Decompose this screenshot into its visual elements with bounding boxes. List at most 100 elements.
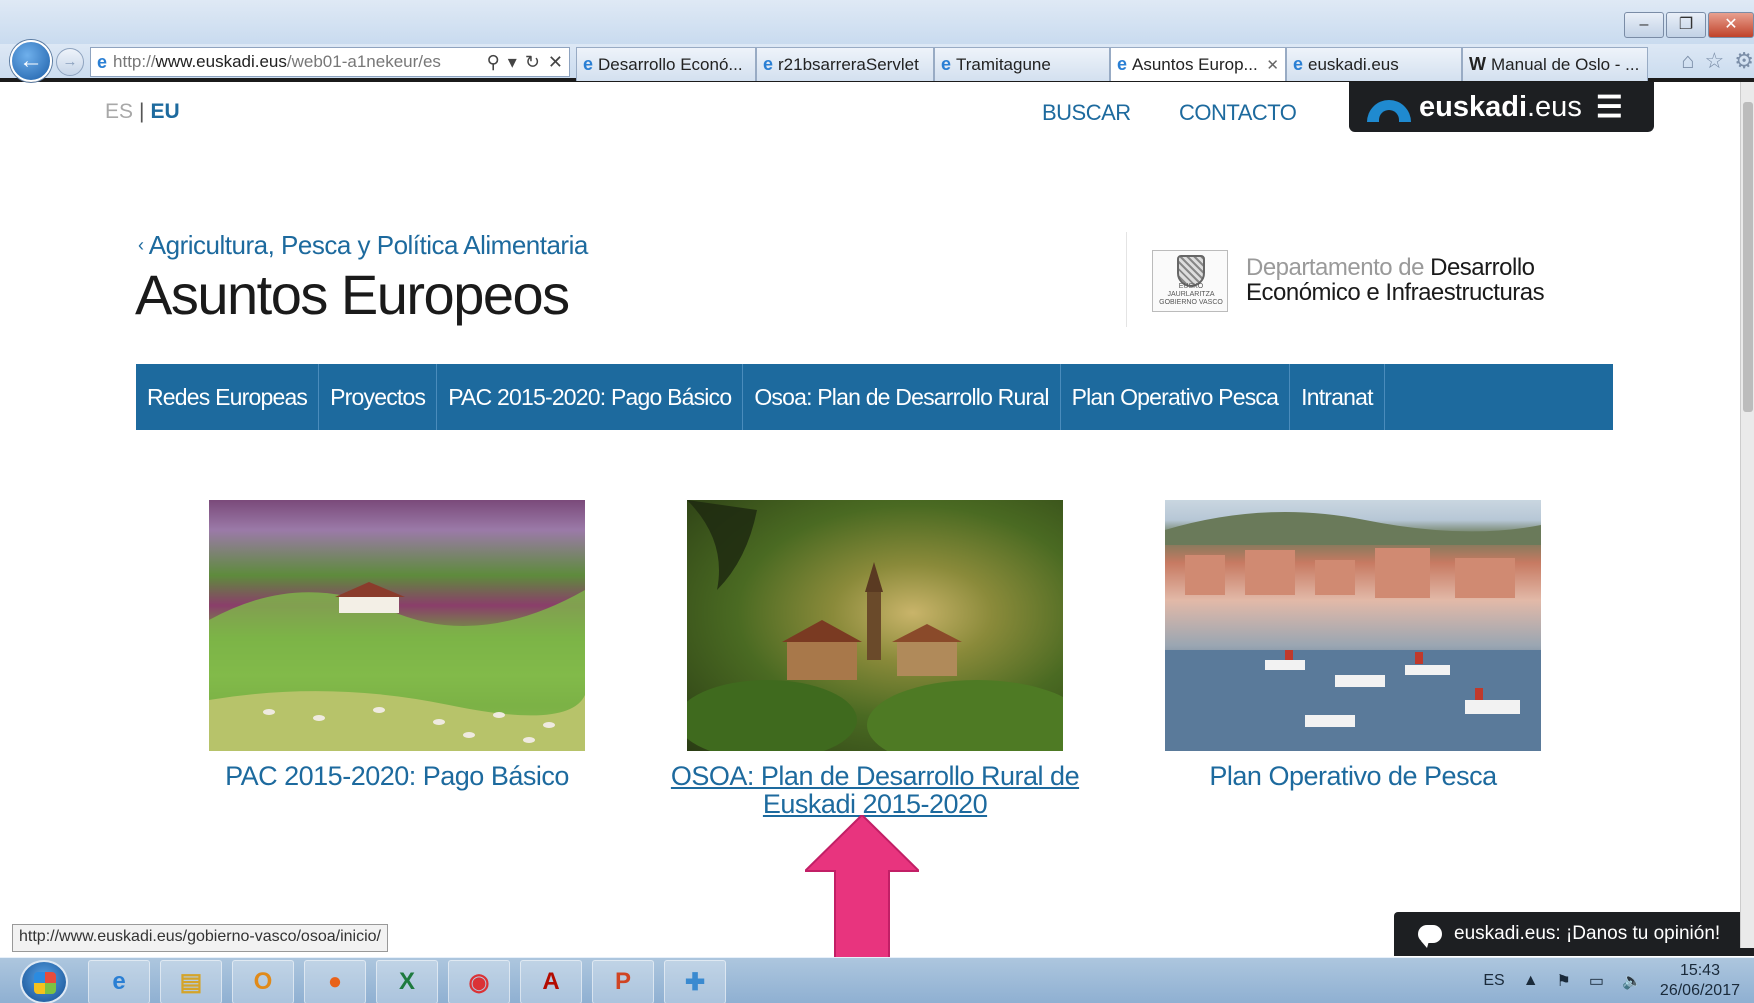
chat-bubble-icon	[1418, 925, 1442, 948]
system-tray: ES ▲ ⚑ ▭ 🔈 15:43 26/06/2017	[1483, 958, 1740, 1003]
feedback-label: euskadi.eus: ¡Danos tu opinión!	[1454, 923, 1721, 944]
nav-proyectos[interactable]: Proyectos	[319, 364, 438, 430]
excel-icon[interactable]: X	[376, 960, 438, 1003]
ie-page-icon: e	[97, 51, 108, 72]
tab-euskadi[interactable]: e euskadi.eus	[1286, 47, 1462, 81]
village-illustration	[687, 500, 1063, 751]
internet-explorer-icon[interactable]: e	[88, 960, 150, 1003]
hamburger-menu-icon[interactable]: ☰	[1596, 90, 1623, 125]
card-caption[interactable]: Plan Operativo de Pesca	[1125, 762, 1581, 790]
harbor-illustration	[1165, 512, 1541, 751]
tab-label: Tramitagune	[956, 54, 1051, 74]
search-icon[interactable]: ⚲	[487, 52, 500, 73]
department-name: Departamento de Desarrollo Económico e I…	[1246, 254, 1545, 306]
nav-redes-europeas[interactable]: Redes Europeas	[136, 364, 320, 430]
home-icon[interactable]: ⌂	[1681, 48, 1694, 74]
refresh-icon[interactable]: ↻	[525, 52, 540, 73]
network-icon[interactable]: ▭	[1589, 971, 1604, 991]
nav-plan-operativo-pesca[interactable]: Plan Operativo Pesca	[1061, 364, 1291, 430]
wikipedia-icon: W	[1469, 54, 1486, 74]
chevron-left-icon: ‹	[138, 235, 144, 255]
acrobat-icon[interactable]: A	[520, 960, 582, 1003]
nav-pac-pago-basico[interactable]: PAC 2015-2020: Pago Básico	[437, 364, 744, 430]
clock-time: 15:43	[1679, 962, 1720, 979]
tab-label: r21bsarreraServlet	[778, 54, 919, 74]
action-center-flag-icon[interactable]: ⚑	[1557, 971, 1571, 991]
card-caption[interactable]: OSOA: Plan de Desarrollo Rural de Euskad…	[647, 762, 1103, 818]
file-explorer-icon[interactable]: ▤	[160, 960, 222, 1003]
back-button[interactable]: ←	[10, 40, 52, 82]
card-pac[interactable]: PAC 2015-2020: Pago Básico	[209, 500, 585, 790]
card-pesca[interactable]: Plan Operativo de Pesca	[1165, 500, 1541, 790]
scrollbar-thumb[interactable]	[1743, 102, 1753, 412]
windows-logo-icon	[34, 972, 56, 994]
vertical-scrollbar[interactable]	[1740, 82, 1754, 948]
contacto-link[interactable]: CONTACTO	[1179, 100, 1297, 126]
tab-label: Asuntos Europ...	[1132, 54, 1258, 74]
card-osoa[interactable]: OSOA: Plan de Desarrollo Rural de Euskad…	[671, 500, 1080, 818]
page-title: Asuntos Europeos	[135, 263, 570, 326]
forward-button[interactable]: →	[56, 48, 84, 76]
tab-label: Manual de Oslo - ...	[1491, 54, 1640, 74]
feedback-button[interactable]: euskadi.eus: ¡Danos tu opinión!	[1394, 912, 1754, 956]
firefox-icon[interactable]: ●	[304, 960, 366, 1003]
screenshot: – ❐ ✕ ← → e http://www.euskadi.eus/web01…	[0, 0, 1754, 1003]
seal-text: EUSKO JAURLARITZA GOBIERNO VASCO	[1159, 283, 1223, 306]
tab-manual-oslo[interactable]: W Manual de Oslo - ...	[1462, 47, 1648, 81]
main-navigation: Redes Europeas Proyectos PAC 2015-2020: …	[136, 364, 1613, 430]
buscar-link[interactable]: BUSCAR	[1042, 100, 1131, 126]
address-controls: ⚲ ▾ ↻ ✕	[487, 52, 569, 73]
lang-eu-link[interactable]: EU	[150, 100, 179, 123]
nav-osoa[interactable]: Osoa: Plan de Desarrollo Rural	[743, 364, 1061, 430]
village-image[interactable]	[687, 500, 1063, 751]
clock[interactable]: 15:43 26/06/2017	[1660, 961, 1740, 1001]
browser-title-bar: – ❐ ✕	[0, 0, 1754, 44]
chrome-icon[interactable]: ◉	[448, 960, 510, 1003]
restore-button[interactable]: ❐	[1666, 12, 1706, 38]
euskadi-logo[interactable]: euskadi .eus ☰	[1349, 82, 1654, 132]
nav-intranat[interactable]: Intranat	[1290, 364, 1385, 430]
caption-line-2: Euskadi 2015-2020	[762, 789, 988, 819]
ie-tab-icon: e	[1117, 54, 1128, 74]
euskadi-arc-icon	[1367, 100, 1411, 122]
ie-tab-icon: e	[763, 54, 774, 74]
tab-servlet[interactable]: e r21bsarreraServlet	[756, 47, 934, 81]
puzzle-app-icon[interactable]: ✚	[664, 960, 726, 1003]
dropdown-icon[interactable]: ▾	[508, 52, 517, 73]
gobierno-vasco-seal: EUSKO JAURLARITZA GOBIERNO VASCO	[1152, 250, 1228, 312]
favorites-icon[interactable]: ☆	[1705, 48, 1725, 74]
start-button[interactable]	[20, 960, 68, 1003]
tab-desarrollo[interactable]: e Desarrollo Econó...	[576, 47, 756, 81]
harbor-image[interactable]	[1165, 500, 1541, 751]
window-controls: – ❐ ✕	[1624, 12, 1754, 38]
breadcrumb[interactable]: ‹ Agricultura, Pesca y Política Alimenta…	[138, 230, 588, 261]
divider	[1126, 232, 1127, 327]
brand-suffix: .eus	[1527, 90, 1582, 123]
close-button[interactable]: ✕	[1708, 12, 1754, 38]
show-hidden-icons-icon[interactable]: ▲	[1523, 972, 1539, 990]
volume-icon[interactable]: 🔈	[1622, 971, 1642, 991]
dept-prefix: Departamento de	[1246, 254, 1424, 281]
address-bar[interactable]: e http://www.euskadi.eus/web01-a1nekeur/…	[90, 47, 570, 77]
minimize-button[interactable]: –	[1624, 12, 1664, 38]
lang-es-link[interactable]: ES	[105, 100, 133, 123]
countryside-illustration	[209, 582, 585, 751]
clock-date: 26/06/2017	[1659, 982, 1740, 999]
powerpoint-icon[interactable]: P	[592, 960, 654, 1003]
brand-name: euskadi	[1419, 90, 1527, 123]
close-tab-icon[interactable]: ✕	[1260, 56, 1279, 74]
ie-tab-icon: e	[941, 54, 952, 74]
tab-tramitagune[interactable]: e Tramitagune	[934, 47, 1110, 81]
address-path: /web01-a1nekeur/es	[286, 52, 441, 71]
dept-name-2: Económico e Infraestructuras	[1246, 279, 1545, 306]
countryside-image[interactable]	[209, 500, 585, 751]
gear-icon[interactable]: ⚙	[1734, 48, 1754, 74]
input-language[interactable]: ES	[1483, 972, 1504, 990]
outlook-icon[interactable]: O	[232, 960, 294, 1003]
ie-tab-icon: e	[1293, 54, 1304, 74]
stop-icon[interactable]: ✕	[548, 52, 563, 73]
tab-asuntos-europeos[interactable]: e Asuntos Europ... ✕	[1110, 47, 1286, 81]
breadcrumb-label: Agricultura, Pesca y Política Alimentari…	[148, 230, 589, 260]
address-domain: www.euskadi.eus	[155, 52, 287, 71]
card-caption[interactable]: PAC 2015-2020: Pago Básico	[169, 762, 625, 790]
